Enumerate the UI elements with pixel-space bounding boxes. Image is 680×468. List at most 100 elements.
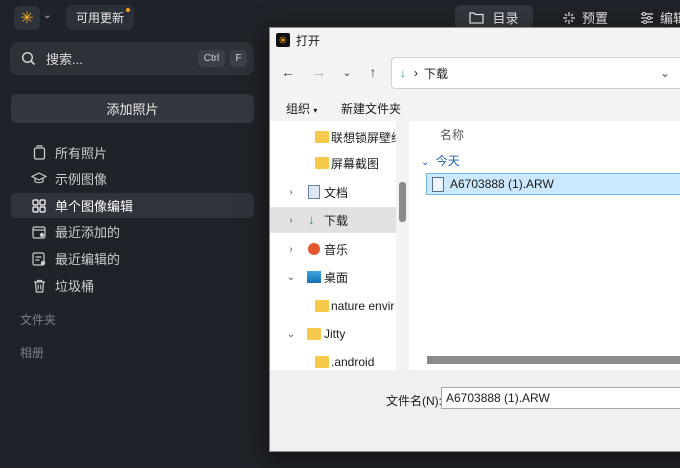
sliders-icon — [641, 11, 653, 24]
nav-label: 所有照片 — [55, 146, 108, 161]
tree-item[interactable]: 屏幕截图 — [270, 150, 396, 176]
folder-icon — [315, 131, 329, 143]
tree-item-label: 屏幕截图 — [331, 156, 380, 171]
calendar-add-icon — [31, 224, 47, 240]
group-header-today[interactable]: ⌄ 今天 — [421, 152, 460, 169]
file-name: A6703888 (1).ARW — [450, 177, 554, 191]
add-photos-label: 添加照片 — [106, 102, 159, 117]
music-icon — [308, 243, 320, 255]
tree-item[interactable]: 联想锁屏壁纸 — [270, 124, 396, 150]
tree-item-label: 联想锁屏壁纸 — [331, 130, 396, 145]
nav-label: 最近添加的 — [55, 225, 121, 240]
up-arrow-icon[interactable]: ↑ — [365, 64, 381, 80]
grid-icon — [31, 198, 47, 214]
tree-item[interactable]: › 音乐 — [270, 236, 396, 262]
tree-item-label: .android — [331, 355, 375, 369]
breadcrumb-current[interactable]: 下载 — [424, 65, 448, 82]
filename-input[interactable]: A6703888 (1).ARW — [441, 387, 680, 409]
nav-label: 示例图像 — [55, 172, 108, 187]
tree-item[interactable]: › 文档 — [270, 179, 396, 205]
chevron-down-icon[interactable]: ⌄ — [43, 10, 51, 21]
file-item[interactable]: A6703888 (1).ARW — [426, 173, 680, 195]
download-icon: ↓ — [308, 212, 315, 227]
expand-chevron-icon[interactable]: › — [286, 244, 296, 255]
section-folders-label: 文件夹 — [20, 313, 57, 327]
new-folder-button[interactable]: 新建文件夹 — [341, 100, 401, 117]
tree-item[interactable]: .android — [270, 349, 396, 370]
collapse-chevron-icon[interactable]: ⌄ — [286, 272, 296, 283]
nav-item-single-image-edit[interactable]: 单个图像编辑 — [11, 193, 254, 218]
file-icon — [432, 176, 444, 192]
tree-scrollbar-thumb[interactable] — [399, 182, 406, 222]
nav-label: 最近编辑的 — [55, 252, 121, 267]
open-file-dialog[interactable]: ✳ 打开 ← → ⌄ ↑ ↓ › 下载 ⌄ 组织 ▾ 新建文件夹 联想锁屏壁纸 … — [269, 27, 680, 452]
expand-chevron-icon[interactable]: › — [286, 215, 296, 226]
update-label: 可用更新 — [75, 11, 124, 25]
column-header-name[interactable]: 名称 — [440, 126, 464, 143]
organize-dropdown-icon: ▾ — [313, 106, 318, 115]
nav-label: 垃圾桶 — [55, 279, 95, 294]
tab-edit-label: 编辑 — [660, 11, 680, 26]
search-icon — [21, 51, 36, 66]
app-logo-button[interactable]: ✳ — [14, 6, 40, 30]
tab-presets-label: 预置 — [581, 11, 608, 26]
graduation-cap-icon — [31, 171, 47, 187]
breadcrumb-separator-icon: › — [414, 66, 418, 80]
file-list[interactable]: 名称 ⌄ 今天 A6703888 (1).ARW — [409, 121, 680, 370]
recent-locations-chevron-icon[interactable]: ⌄ — [339, 64, 355, 80]
filename-value: A6703888 (1).ARW — [446, 391, 550, 405]
photo-stack-icon — [31, 145, 47, 161]
group-collapse-icon: ⌄ — [421, 157, 430, 168]
organize-button[interactable]: 组织 ▾ — [286, 100, 317, 117]
tree-item-label: 文档 — [324, 185, 349, 200]
nav-item-trash[interactable]: 垃圾桶 — [11, 273, 254, 298]
desktop-icon — [307, 271, 321, 283]
tree-item[interactable]: › ↓ 下载 — [270, 207, 396, 233]
nav-item-sample-images[interactable]: 示例图像 — [11, 166, 254, 191]
sun-logo-icon: ✳ — [20, 10, 34, 27]
filename-label: 文件名(N): — [386, 394, 442, 408]
dialog-footer: 文件名(N): A6703888 (1).ARW — [270, 370, 680, 451]
update-available-button[interactable]: 可用更新 — [66, 5, 134, 30]
folder-icon — [315, 300, 329, 312]
folder-icon — [307, 328, 321, 340]
folder-icon — [469, 12, 485, 24]
organize-label: 组织 — [286, 102, 311, 116]
add-photos-button[interactable]: 添加照片 — [11, 94, 254, 123]
shortcut-ctrl-key: Ctrl — [198, 50, 225, 67]
app-logo-icon: ✳ — [276, 33, 290, 47]
tree-item[interactable]: nature envir — [270, 293, 396, 319]
search-placeholder: 搜索... — [46, 52, 83, 67]
tree-item[interactable]: ⌄ 桌面 — [270, 264, 396, 290]
nav-item-recently-added[interactable]: 最近添加的 — [11, 219, 254, 244]
tree-item-label: 桌面 — [324, 270, 349, 285]
collapse-chevron-icon[interactable]: ⌄ — [286, 329, 296, 340]
horizontal-scrollbar[interactable] — [427, 356, 680, 364]
search-input[interactable]: 搜索... Ctrl F — [10, 42, 254, 75]
dialog-title: 打开 — [296, 33, 321, 48]
group-label: 今天 — [435, 154, 460, 168]
address-dropdown-icon[interactable]: ⌄ — [660, 66, 670, 80]
folder-icon — [315, 157, 329, 169]
shortcut-f-key: F — [230, 50, 247, 67]
dialog-title-bar: ✳ 打开 — [270, 28, 680, 52]
nav-item-all-photos[interactable]: 所有照片 — [11, 140, 254, 165]
section-albums-label: 相册 — [20, 346, 45, 360]
update-badge-dot — [126, 8, 130, 12]
nav-label: 单个图像编辑 — [55, 199, 134, 214]
nav-item-recently-edited[interactable]: 最近编辑的 — [11, 246, 254, 271]
tree-item[interactable]: ⌄ Jitty — [270, 321, 396, 347]
download-icon: ↓ — [400, 66, 406, 80]
navigation-tree[interactable]: 联想锁屏壁纸 屏幕截图 › 文档 › ↓ 下载 › 音乐 ⌄ 桌面 nature… — [270, 121, 396, 370]
tree-scrollbar[interactable] — [396, 121, 408, 370]
tab-catalog-label: 目录 — [492, 11, 519, 26]
address-bar[interactable]: ↓ › 下载 ⌄ — [391, 57, 680, 89]
edit-list-icon — [31, 251, 47, 267]
folder-icon — [315, 356, 329, 368]
tree-item-label: 下载 — [324, 213, 349, 228]
tree-item-label: nature envir — [331, 299, 395, 313]
back-arrow-icon[interactable]: ← — [280, 64, 296, 80]
forward-arrow-icon[interactable]: → — [311, 64, 327, 80]
trash-icon — [31, 278, 47, 294]
expand-chevron-icon[interactable]: › — [286, 187, 296, 198]
